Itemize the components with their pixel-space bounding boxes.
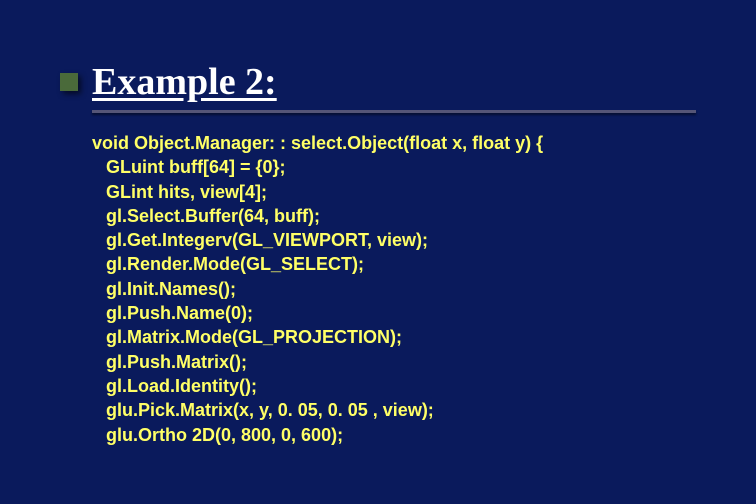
- code-line: glu.Pick.Matrix(x, y, 0. 05, 0. 05 , vie…: [92, 398, 696, 422]
- code-line: void Object.Manager: : select.Object(flo…: [92, 131, 696, 155]
- code-line: gl.Select.Buffer(64, buff);: [92, 204, 696, 228]
- code-line: gl.Push.Matrix();: [92, 350, 696, 374]
- slide-title: Example 2:: [92, 60, 277, 104]
- code-line: gl.Get.Integerv(GL_VIEWPORT, view);: [92, 228, 696, 252]
- slide: Example 2: void Object.Manager: : select…: [0, 0, 756, 504]
- code-line: GLuint buff[64] = {0};: [92, 155, 696, 179]
- bullet-icon: [60, 73, 78, 91]
- code-line: gl.Load.Identity();: [92, 374, 696, 398]
- code-line: gl.Render.Mode(GL_SELECT);: [92, 252, 696, 276]
- code-line: gl.Push.Name(0);: [92, 301, 696, 325]
- title-row: Example 2:: [60, 60, 696, 104]
- code-line: gl.Init.Names();: [92, 277, 696, 301]
- title-underline: [92, 110, 696, 113]
- code-line: glu.Ortho 2D(0, 800, 0, 600);: [92, 423, 696, 447]
- code-line: gl.Matrix.Mode(GL_PROJECTION);: [92, 325, 696, 349]
- code-block: void Object.Manager: : select.Object(flo…: [92, 131, 696, 447]
- code-line: GLint hits, view[4];: [92, 180, 696, 204]
